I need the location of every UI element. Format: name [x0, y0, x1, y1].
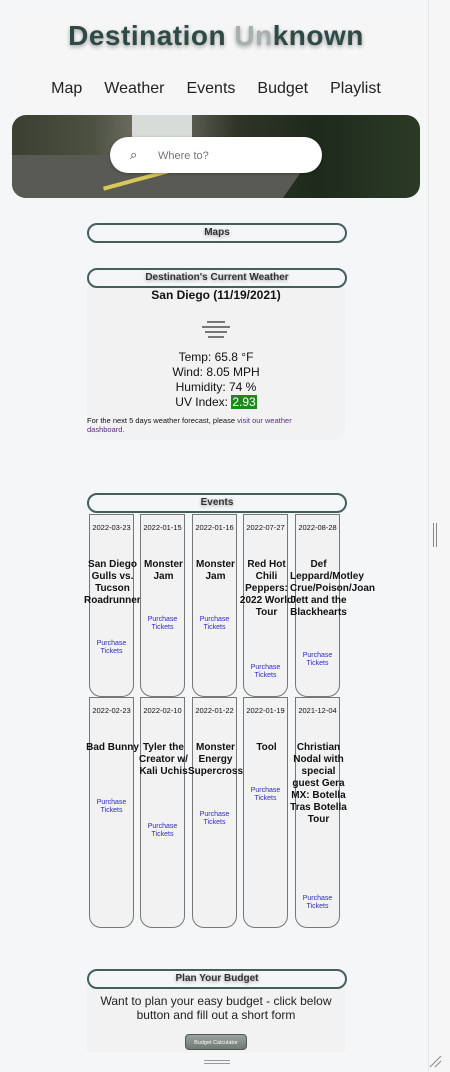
title-part-faded: Un: [234, 20, 273, 51]
event-name: Tool: [256, 742, 277, 753]
scrollbar-grip-icon[interactable]: [433, 523, 437, 547]
event-date: 2022-01-19: [246, 706, 285, 715]
weather-stats: Temp: 65.8 °F Wind: 8.05 MPH Humidity: 7…: [87, 350, 345, 410]
nav-weather[interactable]: Weather: [104, 80, 164, 98]
main-nav: Map Weather Events Budget Playlist: [12, 80, 420, 98]
event-card: 2022-02-10 Tyler the Creator w/ Kali Uch…: [139, 697, 188, 928]
event-date: 2022-01-16: [195, 523, 234, 532]
nav-budget[interactable]: Budget: [257, 80, 308, 98]
title-part: Destination: [68, 20, 235, 51]
weather-note: For the next 5 days weather forecast, pl…: [87, 416, 327, 434]
weather-uv: UV Index: 2.93: [87, 395, 345, 410]
purchase-tickets-link[interactable]: Purchase Tickets: [244, 787, 287, 803]
title-part: known: [272, 20, 364, 51]
event-name: Bad Bunny: [86, 742, 139, 753]
weather-temp: Temp: 65.8 °F: [178, 350, 254, 364]
event-date: 2021-12-04: [298, 706, 337, 715]
event-date: 2022-01-22: [195, 706, 234, 715]
event-name: San Diego Gulls vs. Tucson Roadrunners: [84, 559, 147, 606]
event-date: 2022-08-28: [298, 523, 337, 532]
purchase-tickets-link[interactable]: Purchase Tickets: [90, 799, 133, 815]
event-date: 2022-02-10: [143, 706, 182, 715]
weather-humidity: Humidity: 74 %: [175, 380, 257, 394]
uv-label: UV Index:: [175, 395, 232, 409]
weather-card: San Diego (11/19/2021) Temp: 65.8 °F Win…: [87, 280, 345, 440]
event-date: 2022-02-23: [92, 706, 131, 715]
search-input[interactable]: [156, 145, 310, 167]
event-card: 2022-02-23 Bad Bunny Purchase Tickets: [86, 697, 139, 928]
event-name: Tyler the Creator w/ Kali Uchis: [139, 742, 188, 777]
event-name: Def Leppard/Motley Crue/Poison/Joan Jett…: [290, 559, 376, 618]
nav-map[interactable]: Map: [51, 80, 82, 98]
event-card: 2022-07-27 Red Hot Chili Peppers: 2022 W…: [240, 514, 293, 697]
nav-events[interactable]: Events: [186, 80, 235, 98]
event-date: 2022-03-23: [92, 523, 131, 532]
event-card: 2022-08-28 Def Leppard/Motley Crue/Poiso…: [290, 514, 375, 697]
event-card: 2022-01-16 Monster Jam Purchase Tickets: [192, 514, 237, 697]
purchase-tickets-link[interactable]: Purchase Tickets: [296, 652, 339, 668]
uv-value: 2.93: [231, 395, 257, 409]
weather-city: San Diego (11/19/2021): [151, 288, 281, 302]
event-name: Red Hot Chili Peppers: 2022 World Tour: [239, 559, 294, 618]
event-date: 2022-07-27: [246, 523, 285, 532]
event-card: 2022-01-19 Tool Purchase Tickets: [243, 697, 288, 928]
scrollbar-track[interactable]: [428, 0, 450, 1072]
events-section-title: Events: [87, 493, 347, 513]
event-name: Christian Nodal with special guest Gera …: [290, 742, 347, 825]
hero-banner: ⌕: [12, 115, 420, 198]
site-title: Destination Unknown: [12, 20, 420, 52]
fog-icon: [202, 318, 230, 338]
event-name: Monster Jam: [144, 559, 183, 582]
purchase-tickets-link[interactable]: Purchase Tickets: [193, 616, 236, 632]
page: Destination Unknown Map Weather Events B…: [0, 0, 428, 1072]
nav-playlist[interactable]: Playlist: [330, 80, 381, 98]
resize-grip-icon[interactable]: [428, 1054, 442, 1068]
budget-text: Want to plan your easy budget - click be…: [100, 994, 332, 1022]
event-card: 2022-01-22 Monster Energy Supercross Pur…: [188, 697, 243, 928]
purchase-tickets-link[interactable]: Purchase Tickets: [141, 823, 184, 839]
budget-calculator-button[interactable]: Budget Calculator: [185, 1034, 247, 1050]
event-card: 2021-12-04 Christian Nodal with special …: [290, 697, 347, 928]
purchase-tickets-link[interactable]: Purchase Tickets: [141, 616, 184, 632]
event-date: 2022-01-15: [143, 523, 182, 532]
event-name: Monster Jam: [196, 559, 235, 582]
purchase-tickets-link[interactable]: Purchase Tickets: [244, 664, 287, 680]
purchase-tickets-link[interactable]: Purchase Tickets: [90, 640, 133, 656]
weather-section-title: Destination's Current Weather: [87, 268, 347, 288]
event-name: Monster Energy Supercross: [187, 742, 244, 777]
budget-section-title: Plan Your Budget: [87, 969, 347, 989]
search-box: ⌕: [110, 137, 322, 173]
maps-section-title: Maps: [87, 223, 347, 243]
event-card: 2022-01-15 Monster Jam Purchase Tickets: [140, 514, 185, 697]
purchase-tickets-link[interactable]: Purchase Tickets: [193, 811, 236, 827]
drag-handle-icon[interactable]: [204, 1060, 230, 1064]
event-card: 2022-03-23 San Diego Gulls vs. Tucson Ro…: [84, 514, 146, 697]
search-icon[interactable]: ⌕: [130, 147, 137, 163]
site-header: Destination Unknown Map Weather Events B…: [12, 18, 420, 110]
weather-wind: Wind: 8.05 MPH: [172, 365, 260, 379]
weather-note-text: For the next 5 days weather forecast, pl…: [87, 416, 238, 425]
purchase-tickets-link[interactable]: Purchase Tickets: [296, 895, 339, 911]
